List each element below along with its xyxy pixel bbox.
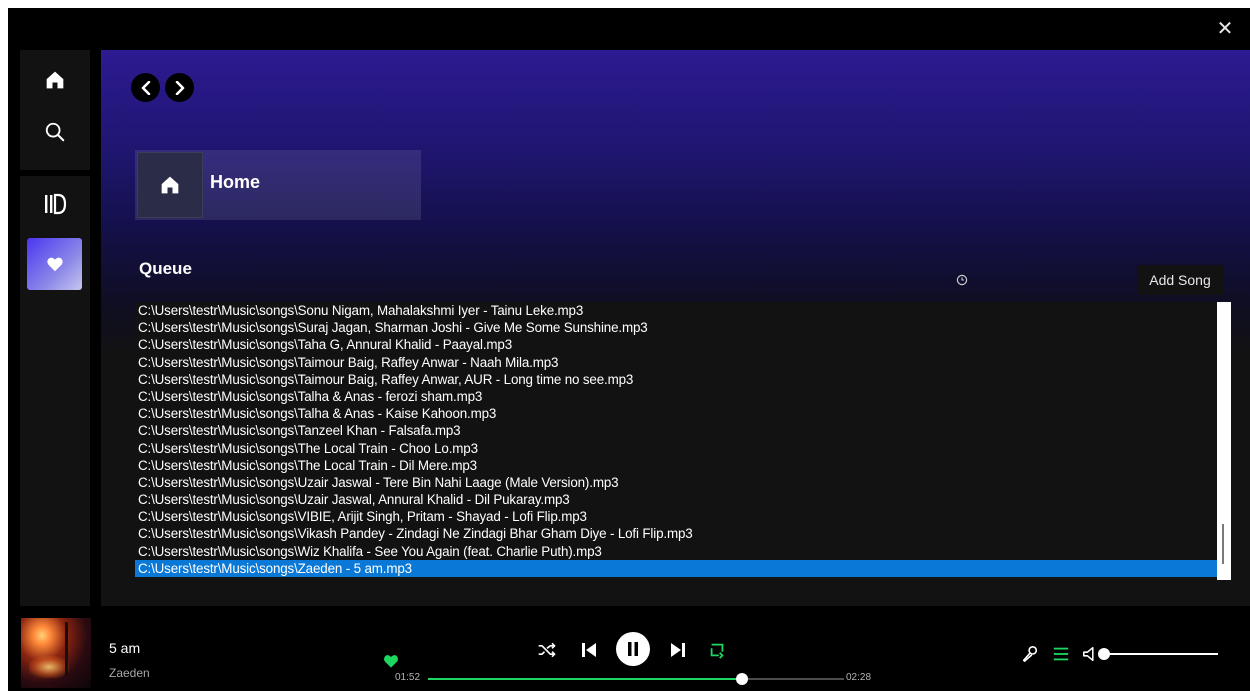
home-icon [46, 71, 64, 89]
previous-button[interactable] [578, 639, 600, 661]
main-content: Home Queue Add Song C:\Users\testr\Music… [101, 50, 1250, 606]
queue-item[interactable]: C:\Users\testr\Music\songs\The Local Tra… [135, 440, 1217, 457]
time-elapsed: 01:52 [395, 672, 421, 683]
forward-button[interactable] [165, 73, 194, 102]
back-button[interactable] [131, 73, 160, 102]
shuffle-button[interactable] [536, 639, 558, 661]
queue-item[interactable]: C:\Users\testr\Music\songs\VIBIE, Arijit… [135, 508, 1217, 525]
queue-item[interactable]: C:\Users\testr\Music\songs\Wiz Khalifa -… [135, 543, 1217, 560]
queue-item[interactable]: C:\Users\testr\Music\songs\Uzair Jaswal … [135, 474, 1217, 491]
add-song-button[interactable]: Add Song [1137, 265, 1223, 295]
clock-icon [956, 274, 968, 286]
skip-next-icon [671, 643, 685, 657]
progress-knob[interactable] [736, 673, 749, 685]
home-card-label: Home [210, 172, 261, 192]
volume-slider[interactable] [1098, 648, 1218, 660]
volume-knob[interactable] [1098, 648, 1110, 660]
pause-icon [628, 642, 638, 656]
scrollbar-thumb[interactable] [1222, 524, 1224, 564]
chevron-left-icon [141, 80, 150, 95]
track-title[interactable]: 5 am [109, 640, 140, 656]
home-card[interactable]: Home [135, 150, 421, 220]
heart-icon [46, 257, 63, 272]
queue-button[interactable] [1051, 644, 1071, 664]
sidebar-library [20, 176, 90, 606]
chevron-right-icon [175, 80, 184, 95]
home-icon [161, 176, 179, 194]
microphone-icon [1022, 645, 1038, 663]
next-button[interactable] [667, 639, 689, 661]
album-art[interactable] [21, 618, 91, 688]
queue-item[interactable]: C:\Users\testr\Music\songs\Suraj Jagan, … [135, 319, 1217, 336]
queue-item[interactable]: C:\Users\testr\Music\songs\Talha & Anas … [135, 388, 1217, 405]
sidebar-nav [20, 50, 90, 170]
library-icon [45, 193, 67, 215]
queue-item[interactable]: C:\Users\testr\Music\songs\Talha & Anas … [135, 405, 1217, 422]
lyrics-button[interactable] [1020, 644, 1040, 664]
queue-scrollbar[interactable] [1217, 302, 1231, 580]
player-bar: 5 am Zaeden 01:52 02:28 [8, 606, 1250, 691]
queue-item[interactable]: C:\Users\testr\Music\songs\Taimour Baig,… [135, 371, 1217, 388]
like-heart-icon[interactable] [383, 653, 399, 669]
play-pause-button[interactable] [616, 632, 650, 666]
progress-bar[interactable] [428, 673, 844, 685]
skip-previous-icon [582, 643, 596, 657]
search-icon [45, 122, 65, 142]
sidebar-item-home[interactable] [20, 60, 90, 100]
queue-item[interactable]: C:\Users\testr\Music\songs\Tanzeel Khan … [135, 422, 1217, 439]
queue-item[interactable]: C:\Users\testr\Music\songs\Uzair Jaswal,… [135, 491, 1217, 508]
track-artist[interactable]: Zaeden [109, 666, 150, 680]
home-card-thumbnail [137, 152, 203, 218]
shuffle-icon [538, 642, 556, 658]
queue-item[interactable]: C:\Users\testr\Music\songs\Vikash Pandey… [135, 525, 1217, 542]
queue-icon [1053, 647, 1069, 661]
queue-title: Queue [139, 259, 192, 278]
queue-item[interactable]: C:\Users\testr\Music\songs\Taha G, Annur… [135, 336, 1217, 353]
close-icon[interactable]: ✕ [1214, 17, 1236, 39]
sidebar-item-search[interactable] [20, 112, 90, 152]
queue-item[interactable]: C:\Users\testr\Music\songs\Sonu Nigam, M… [135, 302, 1217, 319]
queue-list[interactable]: C:\Users\testr\Music\songs\Sonu Nigam, M… [135, 302, 1217, 580]
time-total: 02:28 [846, 672, 872, 683]
progress-fill [428, 678, 743, 680]
app-window: ✕ Home Queue Add Song C:\Users\testr\Mus… [8, 8, 1250, 691]
title-bar: ✕ [8, 8, 1250, 50]
queue-item[interactable]: C:\Users\testr\Music\songs\Zaeden - 5 am… [135, 559, 1217, 577]
liked-songs-tile[interactable] [27, 238, 82, 290]
queue-item[interactable]: C:\Users\testr\Music\songs\The Local Tra… [135, 457, 1217, 474]
repeat-icon [710, 643, 724, 659]
queue-item[interactable]: C:\Users\testr\Music\songs\Taimour Baig,… [135, 354, 1217, 371]
sidebar-item-library[interactable] [20, 184, 90, 224]
repeat-button[interactable] [706, 639, 728, 661]
